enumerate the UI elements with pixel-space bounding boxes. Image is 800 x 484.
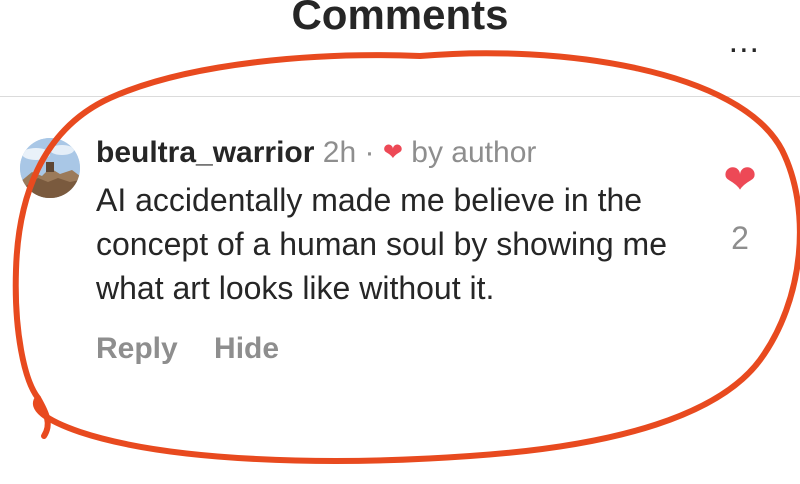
comment-meta: beultra_warrior 2h · ❤ by author bbox=[96, 134, 696, 172]
like-count: 2 bbox=[731, 220, 749, 256]
like-column: ❤ 2 bbox=[710, 160, 770, 257]
username[interactable]: beultra_warrior bbox=[96, 136, 314, 169]
header-divider bbox=[0, 96, 800, 97]
comment-text: AI accidentally made me believe in the c… bbox=[96, 182, 667, 306]
heart-icon: ❤ bbox=[382, 139, 403, 166]
page-title: Comments bbox=[291, 0, 509, 38]
more-options-icon[interactable]: ... bbox=[729, 24, 760, 58]
comment-item: beultra_warrior 2h · ❤ by author AI acci… bbox=[0, 110, 800, 450]
avatar[interactable] bbox=[20, 138, 80, 198]
heart-icon[interactable]: ❤ bbox=[710, 160, 770, 200]
comment-body: beultra_warrior 2h · ❤ by author AI acci… bbox=[96, 134, 696, 366]
hide-button[interactable]: Hide bbox=[214, 332, 279, 365]
avatar-image bbox=[20, 138, 80, 198]
reply-button[interactable]: Reply bbox=[96, 332, 178, 365]
timestamp: 2h bbox=[322, 136, 357, 169]
comments-header: Comments ... bbox=[0, 0, 800, 96]
comment-actions: Reply Hide bbox=[96, 332, 696, 366]
meta-separator: · bbox=[364, 136, 375, 169]
liked-by-author-label: by author bbox=[411, 136, 537, 169]
